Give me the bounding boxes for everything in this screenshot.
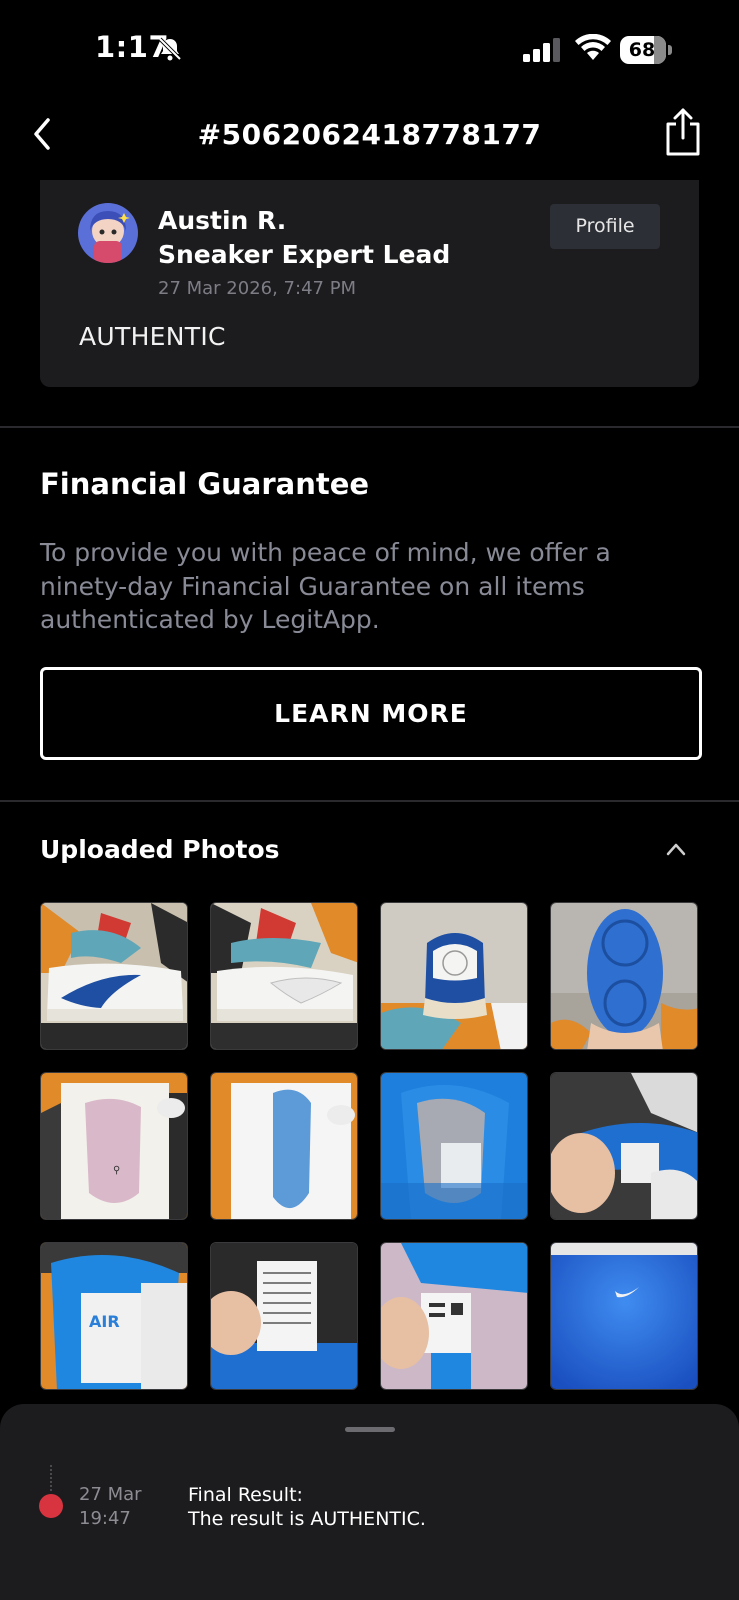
wifi-icon (575, 34, 611, 60)
share-button[interactable] (662, 106, 704, 158)
section-divider (0, 426, 739, 428)
reviewer-role: Sneaker Expert Lead (158, 240, 451, 269)
timeline-entry-title: Final Result: (188, 1484, 303, 1506)
photo-thumbnail[interactable] (40, 902, 188, 1050)
profile-button[interactable]: Profile (550, 204, 660, 249)
timeline-date: 27 Mar 19:47 (79, 1483, 142, 1531)
photo-thumbnail[interactable] (210, 1072, 358, 1220)
guarantee-description: To provide you with peace of mind, we of… (40, 538, 611, 634)
photo-thumbnail[interactable] (210, 902, 358, 1050)
page-title: #5062062418778177 (197, 118, 542, 151)
timeline-dot (39, 1494, 63, 1518)
photo-thumbnail[interactable] (380, 1072, 528, 1220)
review-verdict: AUTHENTIC (79, 322, 226, 351)
battery-icon: 68 (620, 36, 672, 64)
photo-thumbnail[interactable]: AIR (40, 1242, 188, 1390)
cellular-signal-icon (523, 38, 560, 62)
avatar (78, 203, 138, 263)
photo-thumbnail[interactable]: ⚲ (40, 1072, 188, 1220)
timeline-entry-text: The result is AUTHENTIC. (188, 1508, 426, 1530)
guarantee-title: Financial Guarantee (40, 467, 370, 501)
chevron-up-icon[interactable] (664, 840, 688, 858)
section-divider (0, 800, 739, 802)
sheet-drag-handle[interactable] (345, 1427, 395, 1432)
timeline-date-time: 19:47 (79, 1508, 131, 1529)
reviewer-name: Austin R. (158, 206, 287, 235)
photo-thumbnail[interactable] (550, 1072, 698, 1220)
photo-thumbnail[interactable] (550, 1242, 698, 1390)
photo-thumbnail[interactable] (380, 902, 528, 1050)
learn-more-button[interactable]: LEARN MORE (40, 667, 702, 760)
photo-thumbnail[interactable] (380, 1242, 528, 1390)
timeline-entry: Final Result: The result is AUTHENTIC. (188, 1483, 426, 1531)
battery-level: 68 (628, 39, 656, 61)
photo-thumbnail[interactable] (210, 1242, 358, 1390)
uploaded-photos-title: Uploaded Photos (40, 835, 280, 864)
bell-slash-icon (158, 37, 182, 61)
svg-text:⚲: ⚲ (113, 1165, 120, 1176)
timeline-connector (50, 1465, 54, 1491)
photo-thumbnail[interactable] (550, 902, 698, 1050)
svg-text:AIR: AIR (89, 1312, 120, 1331)
timeline-date-day: 27 Mar (79, 1484, 142, 1505)
review-date: 27 Mar 2026, 7:47 PM (158, 278, 357, 299)
